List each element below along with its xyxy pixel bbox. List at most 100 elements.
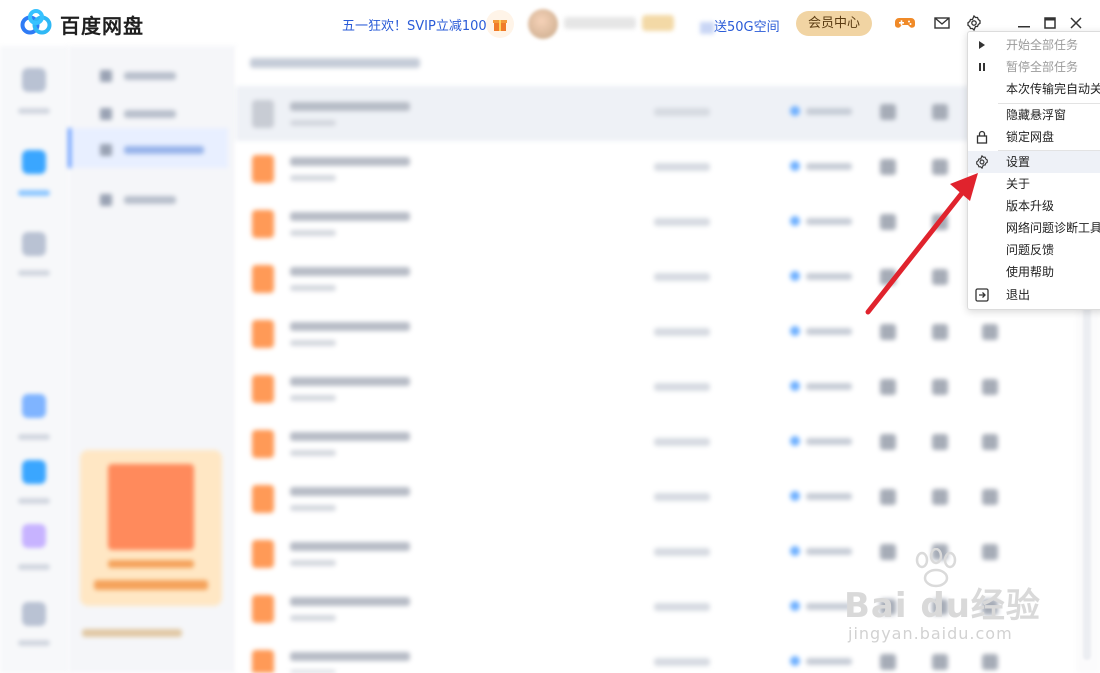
game-button[interactable] xyxy=(895,13,915,33)
row-action-icon[interactable] xyxy=(880,214,896,230)
baidu-netdisk-logo xyxy=(20,9,52,35)
menu-item-hide-float[interactable]: 隐藏悬浮窗 xyxy=(968,104,1100,126)
status-dot xyxy=(790,491,800,501)
list-item[interactable] xyxy=(236,306,1076,361)
row-action-icon[interactable] xyxy=(880,269,896,285)
row-action-icon[interactable] xyxy=(982,434,998,450)
rail-icon[interactable] xyxy=(22,394,46,418)
row-action-icon[interactable] xyxy=(880,379,896,395)
file-name-blurred xyxy=(290,102,410,111)
row-action-icon[interactable] xyxy=(932,654,948,670)
list-header-blurred xyxy=(250,58,420,68)
list-item[interactable] xyxy=(236,86,1076,141)
rail-icon[interactable] xyxy=(22,524,46,548)
settings-menu-button[interactable] xyxy=(964,13,984,33)
gift-button[interactable] xyxy=(486,10,514,38)
promo-link[interactable]: 五一狂欢！SVIP立减100 xyxy=(342,15,487,34)
row-action-icon[interactable] xyxy=(982,654,998,670)
subnav-footer-blurred[interactable] xyxy=(82,629,182,637)
member-center-button[interactable]: 会员中心 xyxy=(796,11,872,36)
row-action-icon[interactable] xyxy=(982,489,998,505)
row-action-icon[interactable] xyxy=(880,104,896,120)
menu-item-start-all[interactable]: 开始全部任务 xyxy=(968,34,1100,56)
file-meta-blurred xyxy=(654,493,710,501)
list-item[interactable] xyxy=(236,251,1076,306)
rail-icon-active[interactable] xyxy=(22,150,46,174)
menu-item-upgrade[interactable]: 版本升级 xyxy=(968,195,1100,217)
menu-item-feedback[interactable]: 问题反馈 xyxy=(968,239,1100,261)
row-action-icon[interactable] xyxy=(932,379,948,395)
list-item[interactable] xyxy=(236,196,1076,251)
rail-label-blurred xyxy=(18,434,50,440)
file-icon xyxy=(252,650,274,673)
row-action-icon[interactable] xyxy=(932,324,948,340)
menu-item-label: 关于 xyxy=(1006,177,1031,191)
subnav-icon xyxy=(100,108,112,120)
rail-icon[interactable] xyxy=(22,232,46,256)
status-dot xyxy=(790,656,800,666)
menu-item-about[interactable]: 关于 xyxy=(968,173,1100,195)
list-item[interactable] xyxy=(236,361,1076,416)
rail-icon[interactable] xyxy=(22,602,46,626)
rail-icon[interactable] xyxy=(22,68,46,92)
minimize-button[interactable] xyxy=(1014,13,1034,33)
row-action-icon[interactable] xyxy=(880,159,896,175)
list-item[interactable] xyxy=(236,141,1076,196)
menu-item-auto-shutdown[interactable]: 本次传输完自动关 xyxy=(968,78,1100,100)
file-size-blurred xyxy=(290,175,336,181)
username-blurred[interactable] xyxy=(564,17,636,29)
file-name-blurred xyxy=(290,597,410,606)
subnav-label-blurred[interactable] xyxy=(124,146,204,154)
list-item[interactable] xyxy=(236,471,1076,526)
file-icon xyxy=(252,210,274,238)
row-action-icon[interactable] xyxy=(932,489,948,505)
file-icon xyxy=(252,100,274,128)
menu-item-label: 隐藏悬浮窗 xyxy=(1006,108,1067,122)
menu-item-label: 问题反馈 xyxy=(1006,243,1055,257)
subnav-label-blurred[interactable] xyxy=(124,196,176,204)
subnav-label-blurred[interactable] xyxy=(124,72,176,80)
gear-icon xyxy=(974,154,990,170)
mail-button[interactable] xyxy=(932,13,952,33)
row-action-icon[interactable] xyxy=(932,104,948,120)
row-action-icon[interactable] xyxy=(880,434,896,450)
gift-space-promo[interactable]: 送50G空间 xyxy=(700,16,780,35)
menu-item-help[interactable]: 使用帮助 xyxy=(968,261,1100,283)
row-action-icon[interactable] xyxy=(932,214,948,230)
menu-item-exit[interactable]: 退出 xyxy=(968,284,1100,306)
rail-label-blurred xyxy=(18,108,50,114)
menu-item-lock[interactable]: 锁定网盘 xyxy=(968,126,1100,148)
row-action-icon[interactable] xyxy=(932,159,948,175)
play-icon xyxy=(974,37,990,53)
row-action-icon[interactable] xyxy=(932,434,948,450)
promo-qr-card-blurred[interactable] xyxy=(80,450,222,606)
file-meta-blurred xyxy=(654,548,710,556)
file-size-blurred xyxy=(290,120,336,126)
close-button[interactable] xyxy=(1066,13,1086,33)
file-size-blurred xyxy=(290,230,336,236)
row-action-icon[interactable] xyxy=(880,324,896,340)
menu-item-pause-all[interactable]: 暂停全部任务 xyxy=(968,56,1100,78)
row-action-icon[interactable] xyxy=(880,654,896,670)
avatar[interactable] xyxy=(528,9,558,39)
row-action-icon[interactable] xyxy=(982,324,998,340)
menu-item-label: 暂停全部任务 xyxy=(1006,60,1079,74)
row-action-icon[interactable] xyxy=(982,379,998,395)
file-size-blurred xyxy=(290,395,336,401)
list-item[interactable] xyxy=(236,416,1076,471)
menu-item-network-diagnosis[interactable]: 网络问题诊断工具 xyxy=(968,217,1100,239)
file-size-blurred xyxy=(290,505,336,511)
file-size-blurred xyxy=(290,615,336,621)
maximize-button[interactable] xyxy=(1040,13,1060,33)
row-action-icon[interactable] xyxy=(880,489,896,505)
file-icon xyxy=(252,265,274,293)
row-action-icon[interactable] xyxy=(932,269,948,285)
menu-item-settings[interactable]: 设置 xyxy=(968,151,1100,173)
rail-icon[interactable] xyxy=(22,460,46,484)
gift-icon xyxy=(493,20,507,31)
subnav-label-blurred[interactable] xyxy=(124,110,176,118)
status-dot xyxy=(790,106,800,116)
status-dot xyxy=(790,161,800,171)
rail-label-blurred xyxy=(18,270,50,276)
vip-badge-blurred xyxy=(642,15,674,31)
